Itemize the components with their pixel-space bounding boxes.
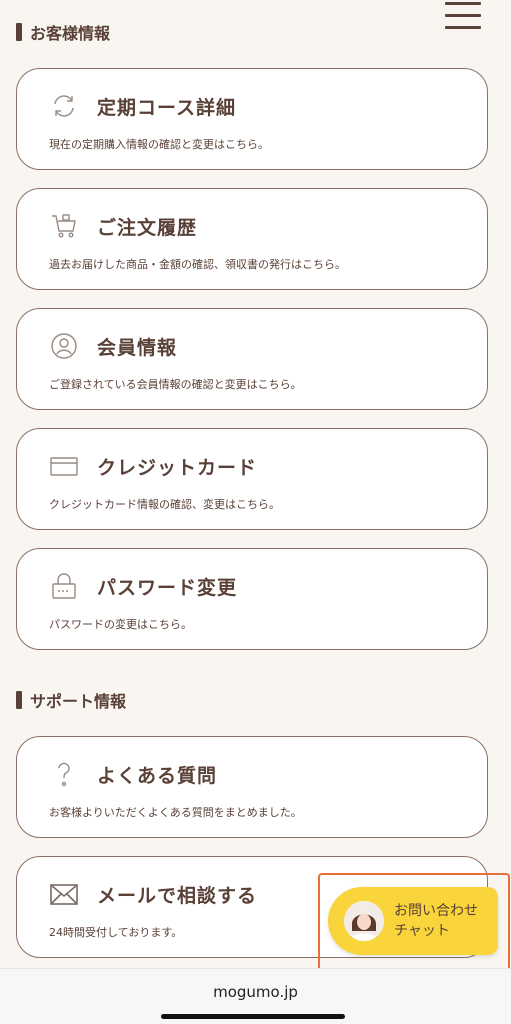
card-description: お客様よりいただくよくある質問をまとめました。 (49, 806, 302, 819)
chat-label-line2: チャット (394, 923, 450, 939)
card-subscription-course[interactable]: 定期コース詳細 現在の定期購入情報の確認と変更はこちら。 (16, 68, 488, 170)
card-description: クレジットカード情報の確認、変更はこちら。 (49, 498, 280, 511)
user-icon (49, 331, 79, 361)
browser-footer: mogumo.jp (0, 968, 511, 1024)
card-credit-card[interactable]: クレジットカード クレジットカード情報の確認、変更はこちら。 (16, 428, 488, 530)
card-title: メールで相談する (97, 884, 258, 907)
chat-button-label: お問い合わせ チャット (394, 901, 478, 941)
card-faq[interactable]: よくある質問 お客様よりいただくよくある質問をまとめました。 (16, 736, 488, 838)
credit-card-icon (49, 451, 79, 481)
card-member-info[interactable]: 会員情報 ご登録されている会員情報の確認と変更はこちら。 (16, 308, 488, 410)
refresh-icon (49, 91, 79, 121)
section-title-customer: お客様情報 (16, 20, 110, 44)
question-icon (49, 759, 79, 789)
card-description: パスワードの変更はこちら。 (49, 618, 192, 631)
section-bar (16, 691, 22, 709)
section-title-customer-label: お客様情報 (30, 24, 111, 43)
chat-inquiry-button[interactable]: お問い合わせ チャット (328, 887, 498, 955)
home-indicator[interactable] (161, 1014, 345, 1019)
url-domain[interactable]: mogumo.jp (0, 983, 511, 1001)
card-order-history[interactable]: ご注文履歴 過去お届けした商品・金額の確認、領収書の発行はこちら。 (16, 188, 488, 290)
card-description: 現在の定期購入情報の確認と変更はこちら。 (49, 138, 269, 151)
lock-icon (49, 571, 79, 601)
chat-label-line1: お問い合わせ (394, 903, 478, 919)
support-avatar (344, 901, 384, 941)
section-title-support-label: サポート情報 (30, 692, 127, 711)
page: お客様情報 定期コース詳細 現在の定期購入情報の確認と変更はこちら。 ご注文履歴… (0, 0, 511, 1024)
card-title: パスワード変更 (97, 576, 238, 599)
card-password-change[interactable]: パスワード変更 パスワードの変更はこちら。 (16, 548, 488, 650)
card-description: ご登録されている会員情報の確認と変更はこちら。 (49, 378, 302, 391)
card-description: 24時間受付しております。 (49, 926, 183, 939)
card-description: 過去お届けした商品・金額の確認、領収書の発行はこちら。 (49, 258, 346, 271)
section-title-support: サポート情報 (16, 688, 126, 712)
card-title: 定期コース詳細 (97, 96, 237, 119)
card-title: よくある質問 (97, 764, 218, 787)
mail-icon (49, 879, 79, 909)
section-bar (16, 23, 22, 41)
cart-icon (49, 211, 79, 241)
card-title: クレジットカード (97, 456, 258, 479)
card-title: ご注文履歴 (97, 216, 198, 239)
card-title: 会員情報 (97, 336, 178, 359)
hamburger-menu-icon[interactable] (445, 2, 481, 30)
